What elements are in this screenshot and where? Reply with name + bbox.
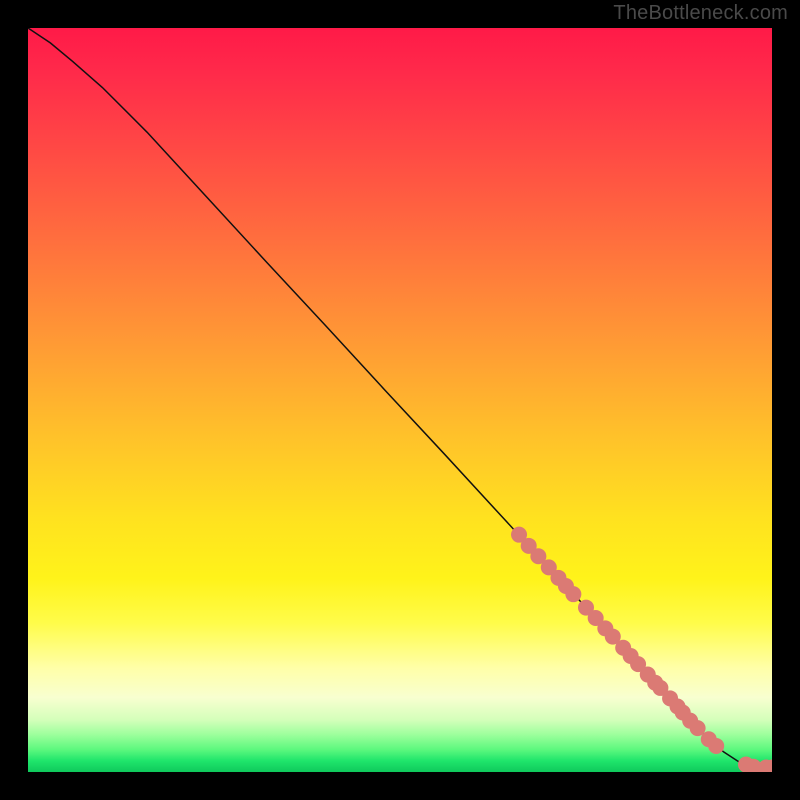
attribution-text: TheBottleneck.com <box>613 2 788 25</box>
chart-svg <box>28 28 772 772</box>
plot-area <box>28 28 772 772</box>
markers-group <box>511 527 772 772</box>
data-point <box>708 738 724 754</box>
chart-frame: TheBottleneck.com <box>0 0 800 800</box>
data-point <box>565 586 581 602</box>
curve-line <box>28 28 772 768</box>
